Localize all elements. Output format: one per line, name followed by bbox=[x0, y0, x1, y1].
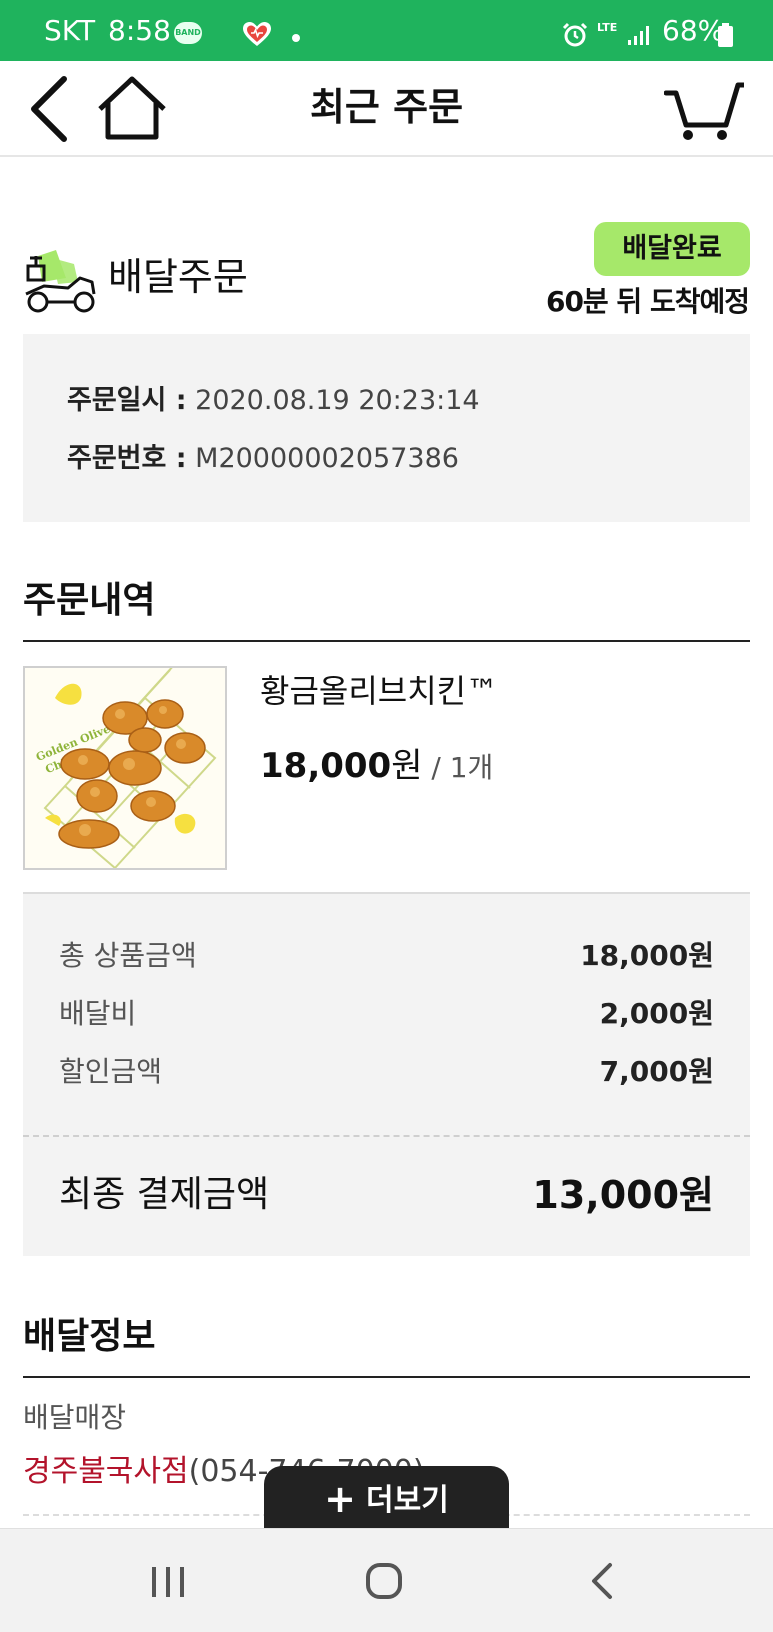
summary-row-subtotal: 총 상품금액 18,000원 bbox=[59, 938, 714, 974]
battery-icon bbox=[718, 23, 733, 47]
final-total-label: 최종 결제금액 bbox=[59, 1174, 270, 1215]
alarm-icon bbox=[562, 22, 588, 47]
summary-value: 18,000원 bbox=[580, 939, 714, 972]
status-time: 8:58 bbox=[108, 14, 171, 47]
arrival-estimate: 60분 뒤 도착예정 bbox=[545, 285, 750, 318]
order-number-label: 주문번호 : bbox=[67, 443, 187, 474]
product-image: Golden Olive Chicken bbox=[23, 666, 227, 870]
product-name: 황금올리브치킨™ bbox=[260, 672, 499, 710]
summary-row-delivery-fee: 배달비 2,000원 bbox=[59, 996, 714, 1032]
order-date-row: 주문일시 : 2020.08.19 20:23:14 bbox=[67, 384, 480, 418]
plus-icon: + bbox=[324, 1477, 357, 1521]
recent-apps-button[interactable] bbox=[138, 1559, 198, 1603]
store-name-link[interactable]: 경주불국사점 bbox=[23, 1454, 189, 1489]
recent-apps-icon bbox=[152, 1567, 184, 1597]
home-circle-icon bbox=[366, 1563, 402, 1599]
items-section-rule bbox=[23, 640, 750, 642]
cart-button[interactable] bbox=[663, 79, 747, 141]
summary-label: 할인금액 bbox=[59, 1055, 163, 1088]
order-number-value: M20000002057386 bbox=[186, 443, 459, 474]
store-label: 배달매장 bbox=[23, 1401, 127, 1434]
summary-row-discount: 할인금액 7,000원 bbox=[59, 1054, 714, 1090]
system-nav-bar bbox=[0, 1528, 773, 1632]
final-total-value: 13,000원 bbox=[532, 1173, 714, 1217]
order-date-value: 2020.08.19 20:23:14 bbox=[186, 385, 480, 416]
status-badge: 배달완료 bbox=[594, 222, 750, 276]
summary-value: 2,000원 bbox=[599, 997, 714, 1030]
payment-summary-panel: 총 상품금액 18,000원 배달비 2,000원 할인금액 7,000원 최종… bbox=[23, 892, 750, 1256]
status-bar: SKT 8:58 BAND LTE 68% bbox=[0, 0, 773, 61]
system-back-button[interactable] bbox=[572, 1559, 632, 1603]
delivery-scooter-icon bbox=[25, 250, 96, 313]
product-price-currency: 원 bbox=[391, 746, 423, 786]
signal-icon bbox=[628, 26, 649, 45]
lte-icon: LTE bbox=[597, 21, 618, 34]
product-quantity: / 1개 bbox=[422, 751, 494, 784]
heart-icon bbox=[243, 22, 271, 46]
more-button-label: 더보기 bbox=[366, 1483, 449, 1518]
product-price-amount: 18,000 bbox=[260, 746, 392, 786]
delivery-section-rule bbox=[23, 1376, 750, 1378]
summary-row-final: 최종 결제금액 13,000원 bbox=[59, 1170, 714, 1220]
order-date-label: 주문일시 : bbox=[67, 385, 187, 416]
order-info-panel: 주문일시 : 2020.08.19 20:23:14 주문번호 : M20000… bbox=[23, 334, 750, 522]
items-section-title: 주문내역 bbox=[23, 580, 156, 621]
notification-dot bbox=[292, 34, 300, 42]
app-header: 최근 주문 bbox=[0, 61, 773, 157]
delivery-section-title: 배달정보 bbox=[23, 1316, 156, 1357]
order-type: 배달주문 bbox=[108, 255, 248, 299]
carrier-name: SKT bbox=[44, 14, 96, 47]
battery-percent: 68% bbox=[662, 14, 725, 47]
order-number-row: 주문번호 : M20000002057386 bbox=[67, 442, 459, 476]
chicken-illustration: Golden Olive Chicken bbox=[25, 668, 225, 868]
page-title: 최근 주문 bbox=[309, 85, 464, 129]
summary-value: 7,000원 bbox=[599, 1055, 714, 1088]
summary-label: 총 상품금액 bbox=[59, 939, 197, 972]
summary-divider bbox=[23, 1135, 750, 1137]
system-home-button[interactable] bbox=[354, 1559, 414, 1603]
summary-label: 배달비 bbox=[59, 997, 137, 1030]
product-price: 18,000원 / 1개 bbox=[260, 744, 493, 790]
back-arrow-icon bbox=[592, 1563, 612, 1599]
band-icon: BAND bbox=[174, 22, 202, 44]
cart-icon bbox=[663, 82, 747, 140]
